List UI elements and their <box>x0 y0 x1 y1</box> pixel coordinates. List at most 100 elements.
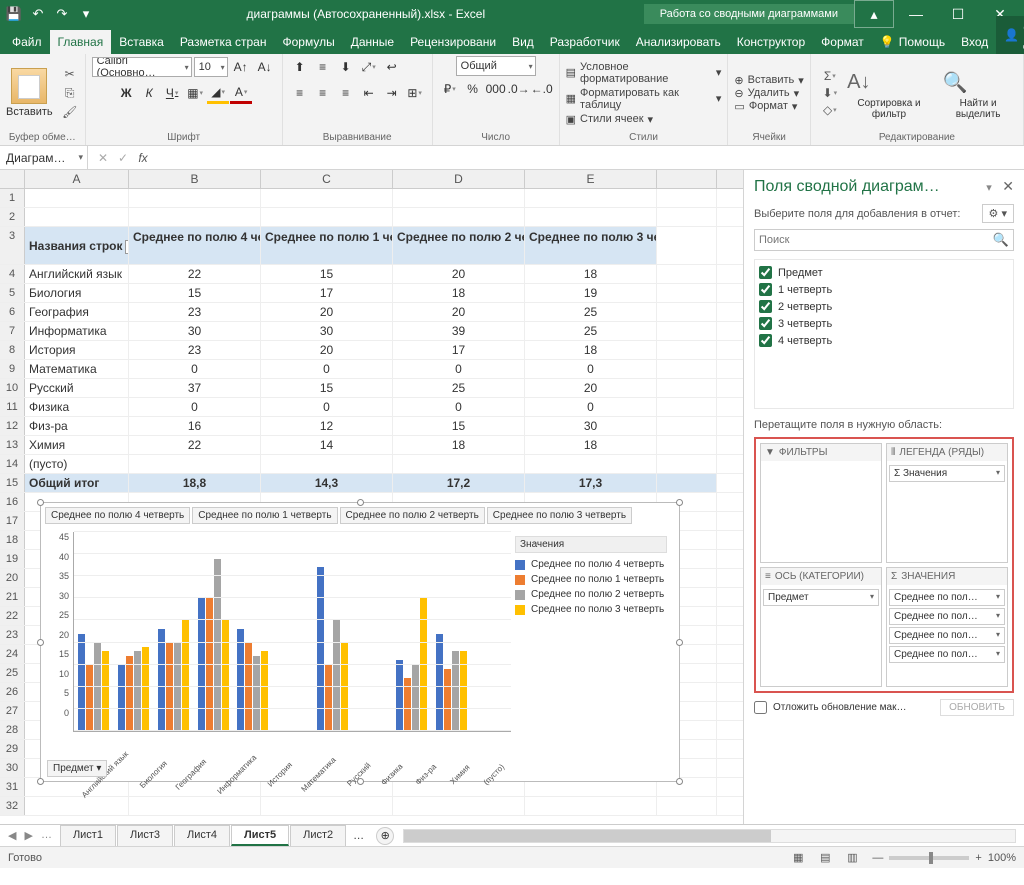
bar[interactable] <box>420 598 427 731</box>
italic-button[interactable]: К <box>138 82 160 104</box>
sheet-nav-next-icon[interactable]: ▶ <box>24 829 32 842</box>
bar[interactable] <box>444 669 451 731</box>
row-header[interactable]: 5 <box>0 284 25 302</box>
formula-input[interactable] <box>158 146 1024 169</box>
align-middle-icon[interactable]: ≡ <box>312 56 334 78</box>
row-header[interactable]: 7 <box>0 322 25 340</box>
bar[interactable] <box>206 598 213 731</box>
legend-item[interactable]: Среднее по полю 3 четверть <box>515 604 667 615</box>
cancel-formula-icon[interactable]: ✕ <box>94 151 112 165</box>
pivot-chart[interactable]: Среднее по полю 4 четвертьСреднее по пол… <box>40 502 680 782</box>
row-header[interactable]: 28 <box>0 721 25 739</box>
underline-button[interactable]: Ч <box>161 82 183 104</box>
bar[interactable] <box>253 656 260 731</box>
insert-cells-button[interactable]: ⊕Вставить ▾ <box>734 74 803 87</box>
orientation-icon[interactable]: ⤢ <box>358 56 380 78</box>
row-header[interactable]: 20 <box>0 569 25 587</box>
bar[interactable] <box>86 665 93 731</box>
bar[interactable] <box>341 643 348 731</box>
bar[interactable] <box>237 629 244 731</box>
bar[interactable] <box>325 665 332 731</box>
zone-item[interactable]: Среднее по пол… <box>889 589 1005 606</box>
font-size-combo[interactable]: 10 <box>194 57 228 77</box>
row-header[interactable]: 2 <box>0 208 25 226</box>
tab-data[interactable]: Данные <box>343 30 402 54</box>
chart-field-button[interactable]: Среднее по полю 1 четверть <box>192 507 337 524</box>
cut-icon[interactable]: ✂ <box>61 66 79 82</box>
row-header[interactable]: 31 <box>0 778 25 796</box>
bar[interactable] <box>396 660 403 731</box>
zone-legend[interactable]: ⦀ЛЕГЕНДА (РЯДЫ) Σ Значения <box>886 443 1008 563</box>
help-button[interactable]: 💡Помощь <box>872 30 953 54</box>
zone-item[interactable]: Среднее по пол… <box>889 608 1005 625</box>
bar[interactable] <box>317 567 324 731</box>
bar[interactable] <box>78 634 85 731</box>
fill-color-button[interactable]: ◢ <box>207 82 229 104</box>
tab-design[interactable]: Конструктор <box>729 30 813 54</box>
tab-file[interactable]: Файл <box>4 30 50 54</box>
bar[interactable] <box>182 620 189 731</box>
select-all-corner[interactable] <box>0 170 25 188</box>
view-page-break-icon[interactable]: ▥ <box>840 851 864 864</box>
increase-indent-icon[interactable]: ⇥ <box>381 82 403 104</box>
row-header[interactable]: 27 <box>0 702 25 720</box>
zoom-out-icon[interactable]: — <box>872 852 883 864</box>
row-header[interactable]: 22 <box>0 607 25 625</box>
bar[interactable] <box>118 665 125 731</box>
bar[interactable] <box>412 665 419 731</box>
chart-field-button[interactable]: Среднее по полю 4 четверть <box>45 507 190 524</box>
tab-insert[interactable]: Вставка <box>111 30 172 54</box>
sheet-tab[interactable]: Лист2 <box>290 825 346 846</box>
task-pane-close-icon[interactable]: ✕ <box>1002 178 1014 194</box>
row-header[interactable]: 18 <box>0 531 25 549</box>
fx-icon[interactable]: fx <box>134 151 152 165</box>
field-item[interactable]: 1 четверть <box>759 281 1009 298</box>
bar[interactable] <box>245 643 252 731</box>
sheet-tab[interactable]: Лист4 <box>174 825 230 846</box>
bar[interactable] <box>94 643 101 731</box>
row-header[interactable]: 4 <box>0 265 25 283</box>
save-icon[interactable]: 💾 <box>4 4 24 24</box>
tab-page-layout[interactable]: Разметка стран <box>172 30 275 54</box>
borders-button[interactable]: ▦ <box>184 82 206 104</box>
add-sheet-button[interactable]: ⊕ <box>376 827 394 845</box>
zone-axis[interactable]: ≡ОСЬ (КАТЕГОРИИ) Предмет <box>760 567 882 687</box>
clear-icon[interactable]: ◇ <box>821 102 839 118</box>
field-item[interactable]: 3 четверть <box>759 315 1009 332</box>
enter-formula-icon[interactable]: ✓ <box>114 151 132 165</box>
row-header[interactable]: 15 <box>0 474 25 492</box>
align-left-icon[interactable]: ≡ <box>289 82 311 104</box>
bold-button[interactable]: Ж <box>115 82 137 104</box>
field-item[interactable]: 2 четверть <box>759 298 1009 315</box>
align-right-icon[interactable]: ≡ <box>335 82 357 104</box>
row-header[interactable]: 26 <box>0 683 25 701</box>
signin-button[interactable]: Вход <box>953 30 996 54</box>
col-header-F[interactable] <box>657 170 717 188</box>
decrease-indent-icon[interactable]: ⇤ <box>358 82 380 104</box>
row-header[interactable]: 25 <box>0 664 25 682</box>
zone-item[interactable]: Σ Значения <box>889 465 1005 482</box>
sheet-overflow[interactable]: … <box>347 830 370 842</box>
sheet-nav-prev-icon[interactable]: ◀ <box>8 829 16 842</box>
zone-item[interactable]: Среднее по пол… <box>889 627 1005 644</box>
comma-format-icon[interactable]: 000 <box>485 78 507 100</box>
field-item[interactable]: Предмет <box>759 264 1009 281</box>
fill-icon[interactable]: ⬇ <box>821 85 839 101</box>
cell-styles-button[interactable]: ▣Стили ячеек ▾ <box>566 113 722 126</box>
col-header-E[interactable]: E <box>525 170 657 188</box>
zoom-slider[interactable] <box>889 856 969 860</box>
zone-item[interactable]: Среднее по пол… <box>889 646 1005 663</box>
row-header[interactable]: 13 <box>0 436 25 454</box>
row-header[interactable]: 30 <box>0 759 25 777</box>
percent-format-icon[interactable]: % <box>462 78 484 100</box>
legend-item[interactable]: Среднее по полю 2 четверть <box>515 589 667 600</box>
sheet-tab[interactable]: Лист5 <box>231 825 289 846</box>
increase-decimal-icon[interactable]: .0→ <box>508 78 530 100</box>
row-header[interactable]: 1 <box>0 189 25 207</box>
font-name-combo[interactable]: Calibri (Основно… <box>92 57 192 77</box>
row-header[interactable]: 32 <box>0 797 25 815</box>
row-header[interactable]: 9 <box>0 360 25 378</box>
zone-item[interactable]: Предмет <box>763 589 879 606</box>
bar[interactable] <box>222 620 229 731</box>
horizontal-scrollbar[interactable] <box>403 829 1016 843</box>
